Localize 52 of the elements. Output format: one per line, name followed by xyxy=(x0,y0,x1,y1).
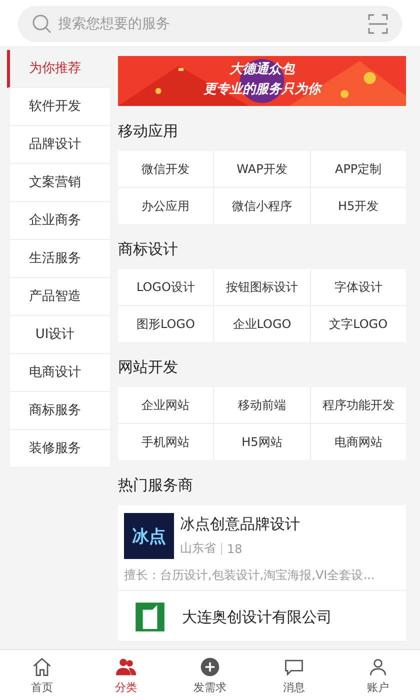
tab-item[interactable]: 账户 xyxy=(336,650,420,700)
sidebar-item[interactable]: 产品智造 xyxy=(10,278,110,316)
service-item[interactable]: H5开发 xyxy=(310,188,406,224)
provider-name: 大连奥创设计有限公司 xyxy=(182,608,332,626)
search-icon xyxy=(32,14,52,34)
sidebar-item[interactable]: 电商设计 xyxy=(10,354,110,392)
service-item[interactable]: 企业网站 xyxy=(118,387,214,423)
banner-text: 更专业的服务只为你 xyxy=(204,81,320,99)
service-item[interactable]: 移动前端 xyxy=(214,387,310,423)
provider-location: 山东省 xyxy=(180,540,216,557)
provider-logo: 冰点 xyxy=(124,513,174,559)
scan-icon[interactable] xyxy=(368,14,388,34)
tab-item[interactable]: 首页 xyxy=(0,650,84,700)
sidebar-item[interactable]: 装修服务 xyxy=(10,430,110,468)
service-item[interactable]: LOGO设计 xyxy=(118,269,214,305)
provider-specialty: 擅长：台历设计,包装设计,淘宝海报,VI全套设... xyxy=(124,567,376,584)
service-item[interactable]: 办公应用 xyxy=(118,188,214,224)
post-icon xyxy=(199,656,221,678)
sidebar-item[interactable]: 生活服务 xyxy=(10,240,110,278)
provider-count: 18 xyxy=(227,542,242,556)
service-item[interactable]: 程序功能开发 xyxy=(310,387,406,423)
service-item[interactable]: H5网站 xyxy=(214,424,310,460)
search-field[interactable]: 搜索您想要的服务 xyxy=(18,6,402,42)
provider-name: 冰点创意品牌设计 xyxy=(180,515,300,534)
sidebar-item[interactable]: 软件开发 xyxy=(10,88,110,126)
service-item[interactable]: APP定制 xyxy=(310,151,406,187)
section-title: 网站开发 xyxy=(118,357,179,378)
service-item[interactable]: 字体设计 xyxy=(310,269,406,305)
tab-item[interactable]: 消息 xyxy=(252,650,336,700)
sidebar-item[interactable]: UI设计 xyxy=(10,316,110,354)
home-icon xyxy=(31,656,53,678)
section-title: 热门服务商 xyxy=(118,475,194,496)
sidebar-item[interactable]: 商标服务 xyxy=(10,392,110,430)
tab-item[interactable]: 分类 xyxy=(84,650,168,700)
service-item[interactable]: 图形LOGO xyxy=(118,306,214,342)
section-title: 商标设计 xyxy=(118,239,179,260)
service-item[interactable]: 按钮图标设计 xyxy=(214,269,310,305)
section-title: 移动应用 xyxy=(118,121,179,142)
provider-card[interactable]: 大连奥创设计有限公司 xyxy=(118,591,406,642)
service-item[interactable]: 电商网站 xyxy=(310,424,406,460)
banner-text: 大德通众包 xyxy=(230,61,294,79)
sidebar-item[interactable]: 为你推荐 xyxy=(7,50,110,88)
sidebar-item[interactable]: 企业商务 xyxy=(10,202,110,240)
sidebar-item[interactable]: 品牌设计 xyxy=(10,126,110,164)
service-item[interactable]: 微信开发 xyxy=(118,151,214,187)
service-item[interactable]: 手机网站 xyxy=(118,424,214,460)
service-item[interactable]: 微信小程序 xyxy=(214,188,310,224)
sidebar-item[interactable]: 文案营销 xyxy=(10,164,110,202)
tab-item[interactable]: 发需求 xyxy=(168,650,252,700)
service-item[interactable]: 文字LOGO xyxy=(310,306,406,342)
service-item[interactable]: 企业LOGO xyxy=(214,306,310,342)
service-item[interactable]: WAP开发 xyxy=(214,151,310,187)
